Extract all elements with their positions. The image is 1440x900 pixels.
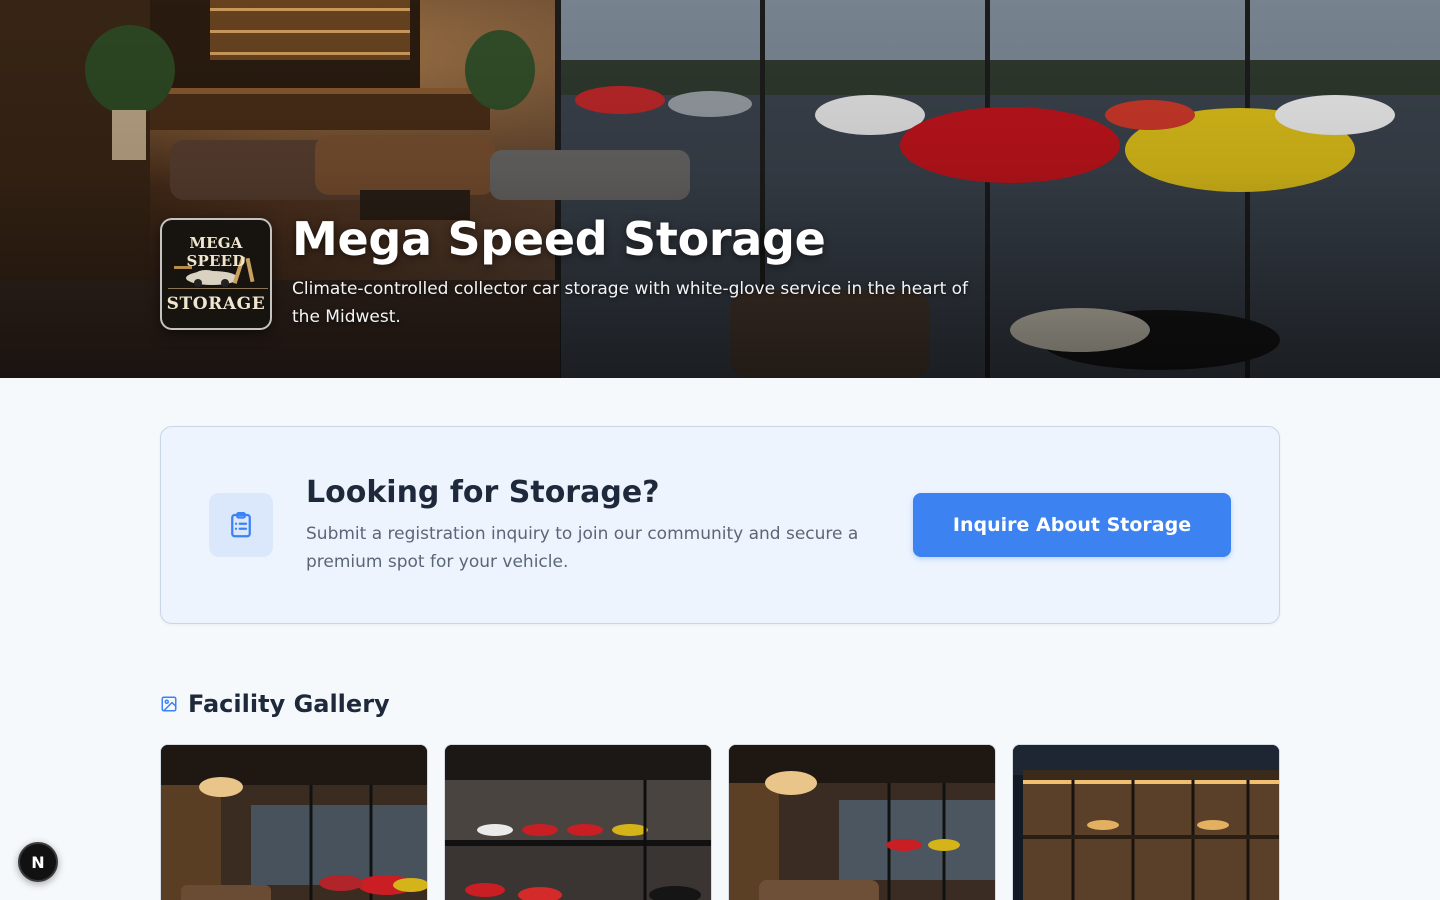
hero-subtitle: Climate-controlled collector car storage… bbox=[292, 279, 969, 327]
storage-inquiry-card: Looking for Storage? Submit a registrati… bbox=[160, 426, 1280, 624]
gallery-heading: Facility Gallery bbox=[160, 688, 390, 720]
inquiry-description: Submit a registration inquiry to join ou… bbox=[306, 524, 859, 572]
logo-bottom-text: STORAGE bbox=[166, 294, 266, 314]
brand-logo: MEGA SPEED STORAGE bbox=[160, 218, 272, 330]
gallery-title: Facility Gallery bbox=[188, 690, 390, 718]
clipboard-list-icon bbox=[231, 512, 251, 538]
badge-label: N bbox=[31, 852, 45, 872]
gallery-grid bbox=[160, 744, 1280, 900]
gallery-image-4[interactable] bbox=[1012, 744, 1280, 900]
inquiry-icon-container bbox=[209, 493, 273, 557]
image-icon bbox=[161, 696, 177, 712]
gallery-image-1[interactable] bbox=[160, 744, 428, 900]
gallery-image-3[interactable] bbox=[728, 744, 996, 900]
page-title: Mega Speed Storage bbox=[292, 212, 826, 266]
gallery-image-2[interactable] bbox=[444, 744, 712, 900]
logo-top-text: MEGA SPEED bbox=[186, 234, 246, 270]
inquiry-title: Looking for Storage? bbox=[306, 475, 660, 510]
framework-badge-button[interactable]: N bbox=[18, 842, 58, 882]
hero-banner: MEGA SPEED STORAGE Mega Speed Storage Cl… bbox=[0, 0, 1440, 378]
inquire-about-storage-button[interactable]: Inquire About Storage bbox=[913, 493, 1231, 557]
